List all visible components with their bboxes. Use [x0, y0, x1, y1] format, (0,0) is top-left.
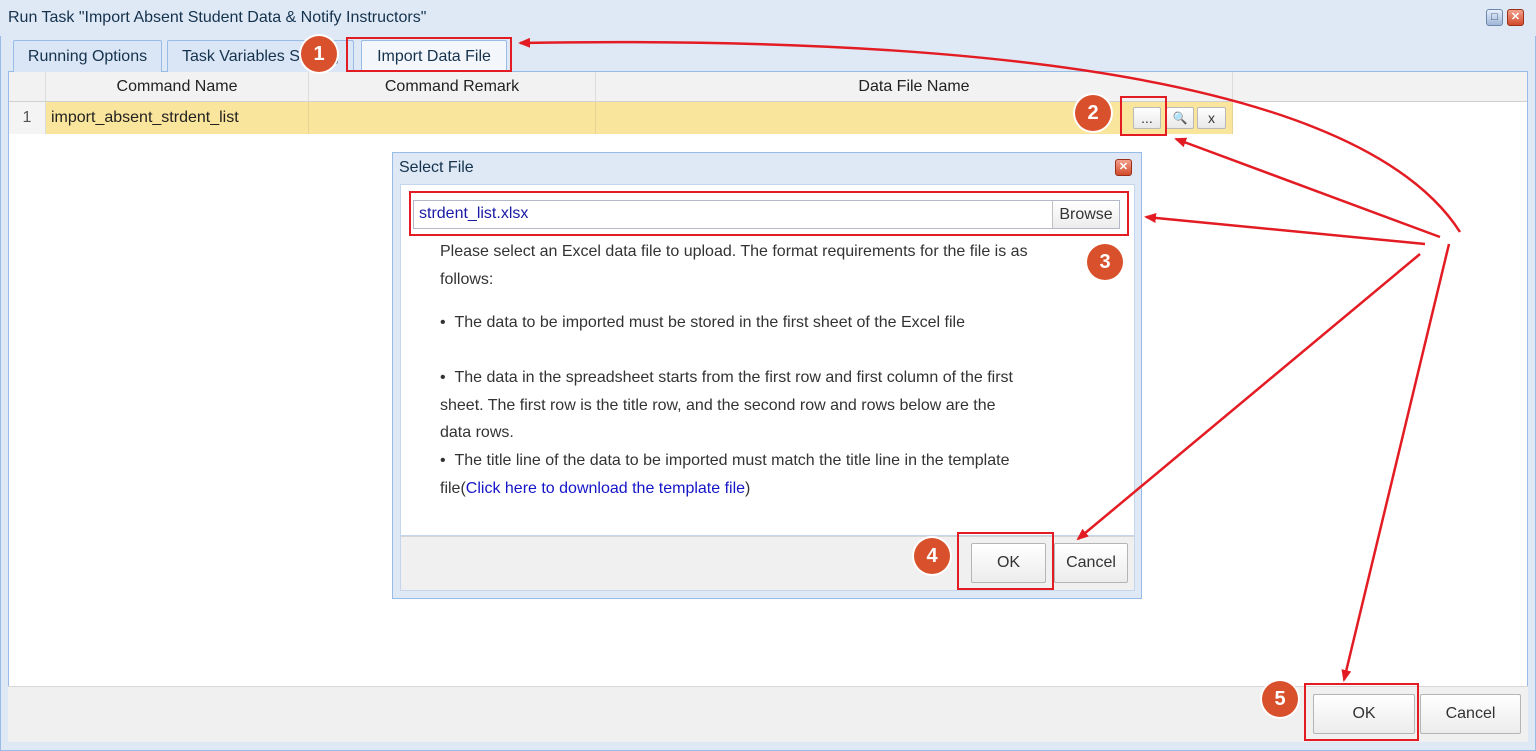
arrow-to-file-input — [1144, 212, 1426, 246]
step-badge-1: 1 — [301, 36, 337, 72]
step-badge-3: 3 — [1087, 244, 1123, 280]
arrow-to-select-button — [1174, 137, 1441, 239]
step-badge-2: 2 — [1075, 95, 1111, 131]
arrow-to-dialog-ok — [1076, 253, 1421, 541]
arrow-to-ok — [1341, 243, 1451, 682]
step-badge-4: 4 — [914, 538, 950, 574]
arrow-to-import-tab — [518, 37, 1462, 233]
annotation-arrows — [518, 37, 1462, 682]
step-badge-5: 5 — [1262, 681, 1298, 717]
